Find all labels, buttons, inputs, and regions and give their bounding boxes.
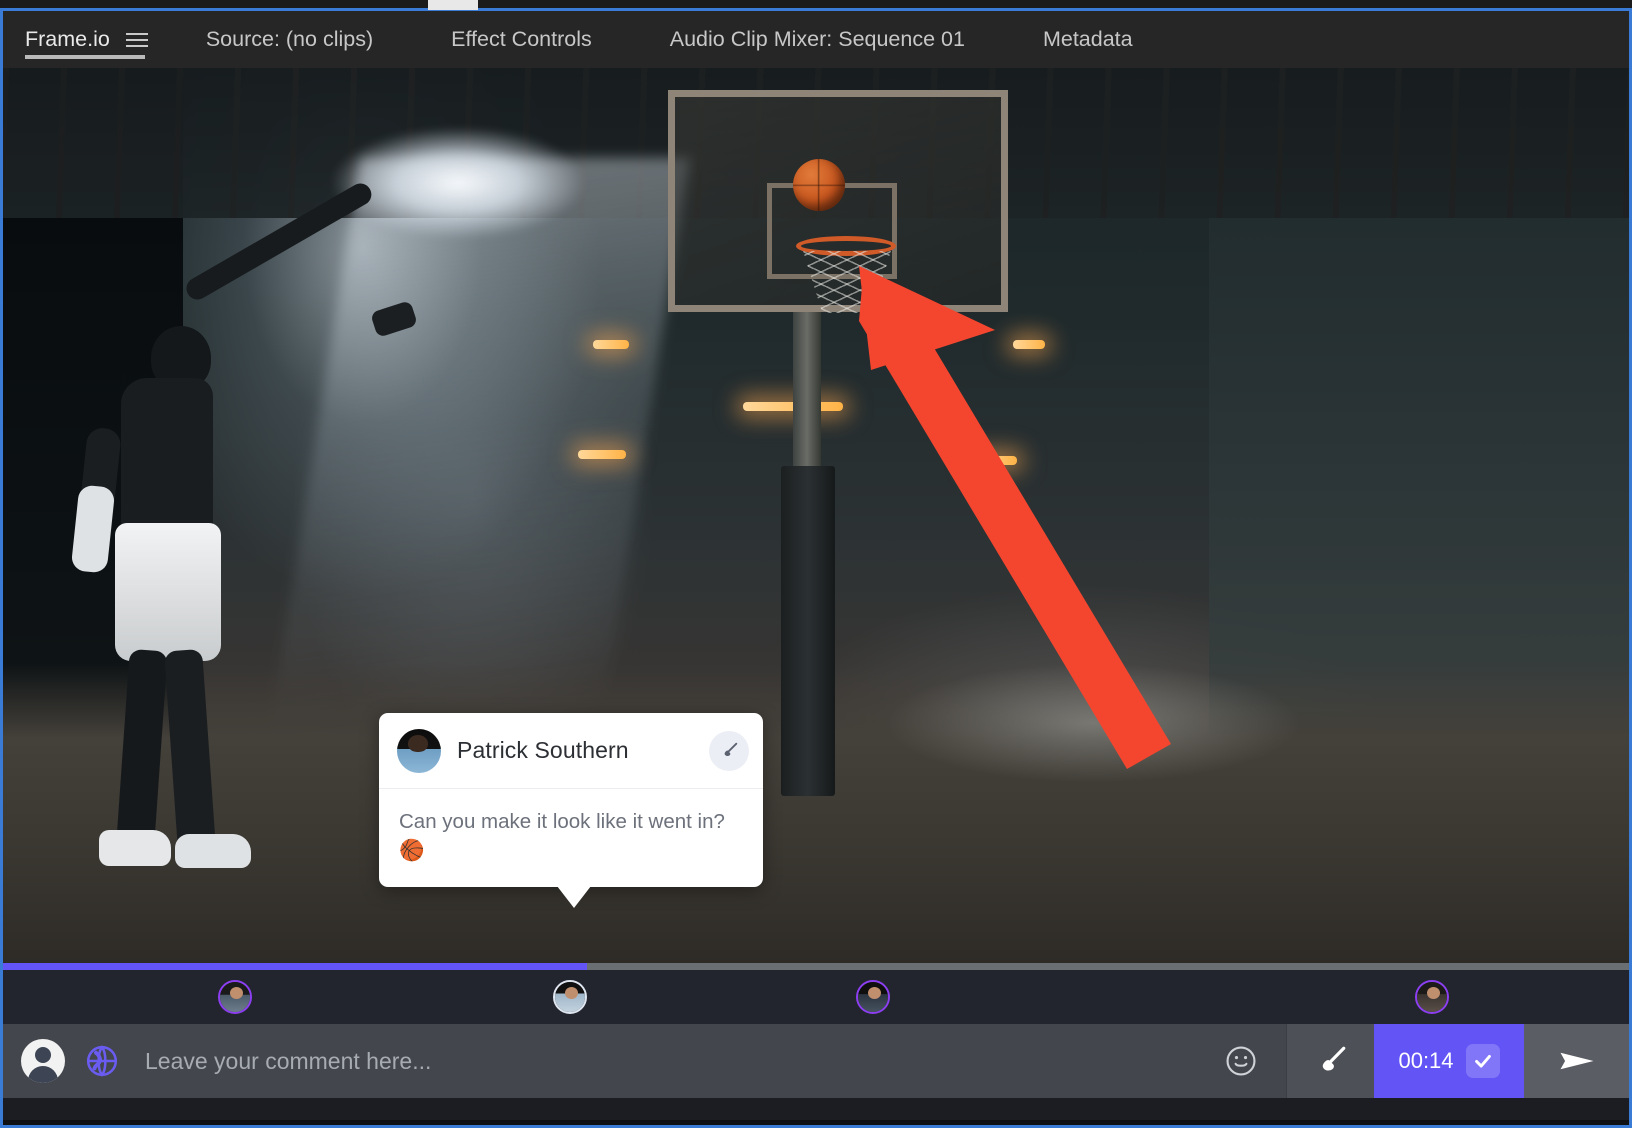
- frameio-panel: Patrick Southern Can you make it look li…: [0, 0, 1632, 1128]
- comment-marker[interactable]: [1415, 980, 1449, 1014]
- send-paper-plane-icon: [1560, 1052, 1593, 1070]
- comment-popup-header: Patrick Southern: [379, 713, 763, 789]
- globe-icon[interactable]: [83, 1042, 121, 1080]
- tab-frameio-label: Frame.io: [25, 27, 110, 51]
- current-user-avatar[interactable]: [21, 1039, 65, 1083]
- tab-source[interactable]: Source: (no clips): [206, 11, 373, 68]
- tab-frameio[interactable]: Frame.io: [3, 11, 166, 68]
- timestamp-label: 00:14: [1398, 1048, 1454, 1073]
- comment-marker-strip[interactable]: [3, 970, 1629, 1024]
- brush-icon[interactable]: [1286, 1024, 1374, 1098]
- video-viewer[interactable]: Patrick Southern Can you make it look li…: [3, 68, 1629, 963]
- comment-popup-pointer: [557, 886, 591, 909]
- comment-text: Can you make it look like it went in? 🏀: [399, 810, 725, 863]
- panel-drag-handle[interactable]: [428, 0, 478, 10]
- comment-marker[interactable]: [218, 980, 252, 1014]
- avatar: [397, 728, 441, 773]
- comment-input[interactable]: [121, 1024, 1196, 1098]
- tab-effect-controls-label: Effect Controls: [451, 27, 592, 51]
- hamburger-menu-icon[interactable]: [125, 32, 148, 47]
- send-button[interactable]: [1524, 1024, 1629, 1098]
- tab-audio-clip-mixer[interactable]: Audio Clip Mixer: Sequence 01: [670, 11, 965, 68]
- emoji-smiley-icon[interactable]: [1196, 1024, 1286, 1098]
- comment-popup[interactable]: Patrick Southern Can you make it look li…: [379, 713, 763, 909]
- panel-bottom-edge: [3, 1120, 1629, 1125]
- brush-icon[interactable]: [709, 730, 749, 771]
- video-scrubber[interactable]: [3, 963, 1629, 970]
- check-icon[interactable]: [1465, 1044, 1500, 1078]
- comment-marker-active[interactable]: [553, 980, 587, 1014]
- comment-author-name: Patrick Southern: [457, 737, 629, 763]
- annotation-arrow-icon: [859, 266, 1171, 769]
- composer-left-icons: [3, 1024, 121, 1098]
- comment-marker[interactable]: [856, 980, 890, 1014]
- tab-source-label: Source: (no clips): [205, 27, 374, 51]
- tab-active-indicator: [25, 55, 145, 59]
- video-frame: [3, 68, 1629, 963]
- tab-effect-controls[interactable]: Effect Controls: [451, 11, 592, 68]
- panel-tab-bar: Frame.io Source: (no clips) Effect Contr…: [3, 11, 1629, 68]
- tab-audio-clip-mixer-label: Audio Clip Mixer: Sequence 01: [669, 27, 965, 51]
- tab-metadata[interactable]: Metadata: [1043, 11, 1133, 68]
- video-progress-fill: [3, 963, 587, 970]
- tab-metadata-label: Metadata: [1042, 27, 1133, 51]
- comment-composer: 00:14: [3, 1024, 1629, 1098]
- timestamp-toggle[interactable]: 00:14: [1374, 1024, 1524, 1098]
